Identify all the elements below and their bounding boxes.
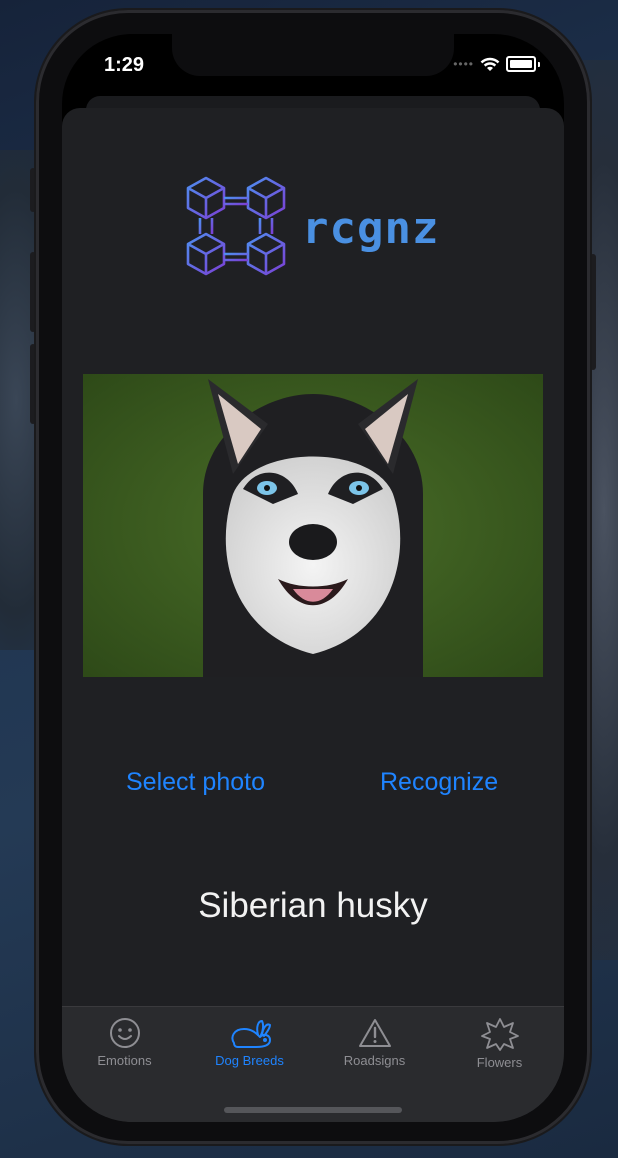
husky-illustration [83,374,543,677]
power-button [590,254,596,370]
status-time: 1:29 [104,54,145,76]
tab-emotions-label: Emotions [97,1053,152,1068]
battery-cap [538,61,540,67]
rabbit-icon [230,1020,271,1048]
home-indicator[interactable] [224,1107,402,1113]
notch [172,34,454,76]
phone-screen: 1:29 •••• rcgnz Select photo Recognize S… [62,34,564,1122]
tab-roadsigns[interactable]: Roadsigns [312,1017,437,1068]
tab-dog-breeds[interactable]: Dog Breeds [187,1017,312,1068]
recognize-button[interactable]: Recognize [380,768,498,797]
tab-emotions[interactable]: Emotions [62,1017,187,1068]
star-burst-icon [480,1018,519,1051]
tab-flowers[interactable]: Flowers [437,1017,562,1070]
smiley-icon [109,1018,140,1048]
app-content-sheet: rcgnz Select photo Recognize Siberian hu… [62,108,564,1122]
tab-roadsigns-label: Roadsigns [343,1053,406,1068]
select-photo-button[interactable]: Select photo [126,768,265,797]
tab-bar: Emotions Dog Breeds Roadsigns Flowers [62,1006,564,1122]
status-icons: •••• [453,56,540,72]
tab-dog-breeds-label: Dog Breeds [215,1053,284,1068]
battery-icon [506,56,536,72]
dog-photo [83,374,543,677]
cubes-logo-icon [186,176,286,276]
signal-dots-icon: •••• [453,57,474,71]
app-logo-text: rcgnz [302,202,440,254]
warning-triangle-icon [358,1019,391,1047]
recognition-result: Siberian husky [198,886,428,925]
app-logo: rcgnz [182,174,439,282]
tab-flowers-label: Flowers [476,1055,523,1070]
wifi-icon [480,57,500,71]
